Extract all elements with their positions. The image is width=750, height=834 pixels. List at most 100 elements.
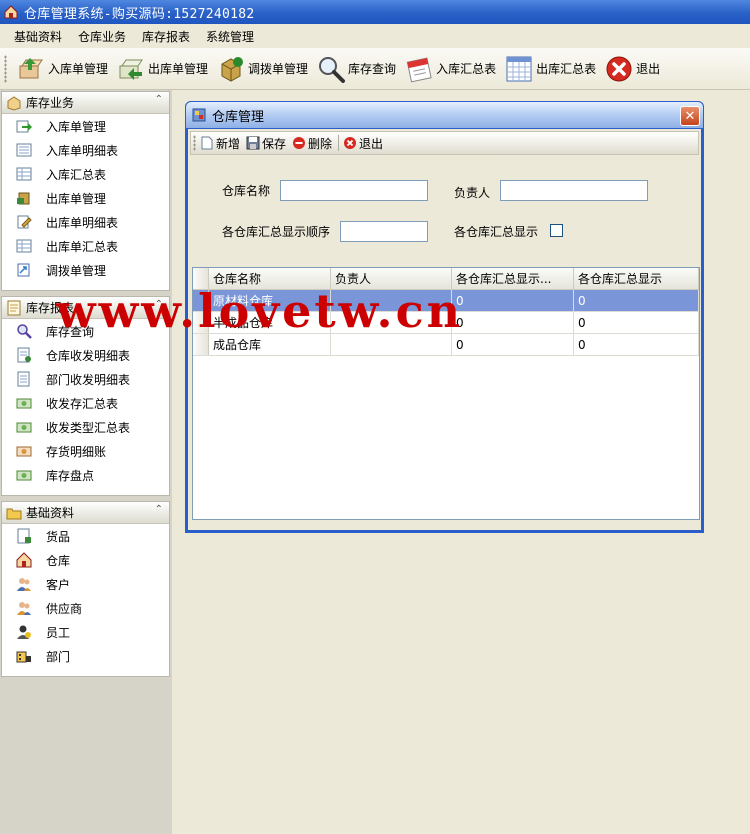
list-icon — [16, 142, 32, 158]
sidebar-item-warehouse[interactable]: 仓库 — [2, 548, 169, 572]
sidebar-item-dept-flow[interactable]: 部门收发明细表 — [2, 367, 169, 391]
sidebar-item-warehouse-flow[interactable]: 仓库收发明细表 — [2, 343, 169, 367]
sidebar-item-stock-out-summary[interactable]: 出库单汇总表 — [2, 234, 169, 258]
owner-label: 负责人 — [454, 186, 491, 200]
transfer-icon — [16, 262, 32, 278]
display-order-label: 各仓库汇总显示顺序 — [222, 225, 331, 239]
sidebar-item-label: 收发存汇总表 — [46, 396, 119, 411]
sidebar-item-supplier[interactable]: 供应商 — [2, 596, 169, 620]
toolbar-in-summary-button[interactable]: 入库汇总表 — [401, 51, 499, 87]
warehouse-app-icon — [4, 5, 18, 19]
sidebar-item-label: 出库单管理 — [46, 191, 107, 206]
toolbar-transfer-button[interactable]: 调拨单管理 — [213, 51, 311, 87]
money-icon — [16, 419, 32, 435]
table-cell[interactable]: 0 — [574, 312, 699, 333]
sidebar-item-label: 客户 — [46, 577, 71, 592]
collapse-icon[interactable]: ⌃ — [155, 94, 163, 105]
toolbar-exit-button[interactable]: 退出 — [601, 51, 663, 87]
menu-system[interactable]: 系统管理 — [198, 25, 262, 48]
sidebar-item-stock-in-detail[interactable]: 入库单明细表 — [2, 138, 169, 162]
close-icon[interactable]: ✕ — [680, 106, 700, 126]
toolbar-transfer-label: 调拨单管理 — [248, 62, 309, 76]
table-cell[interactable]: 0 — [574, 334, 699, 355]
sidebar-item-goods[interactable]: 货品 — [2, 524, 169, 548]
sidebar-item-inventory-ledger[interactable]: 存货明细账 — [2, 439, 169, 463]
toolbar-stock-query-label: 库存查询 — [348, 62, 397, 76]
sidebar-item-stocktake[interactable]: 库存盘点 — [2, 463, 169, 487]
magnifier-icon — [16, 323, 32, 339]
menu-warehouse-ops[interactable]: 仓库业务 — [70, 25, 134, 48]
warehouse-name-input[interactable] — [280, 180, 428, 201]
sidebar-item-stock-out-detail[interactable]: 出库单明细表 — [2, 210, 169, 234]
sidebar-item-label: 入库汇总表 — [46, 167, 107, 182]
display-order-input[interactable] — [340, 221, 428, 242]
save-icon — [246, 136, 260, 150]
panel-basic-data: 基础资料 ⌃ 货品 仓库 客户 供应商 员工 部门 — [1, 501, 170, 677]
sidebar-item-employee[interactable]: 员工 — [2, 620, 169, 644]
child-titlebar[interactable]: 仓库管理 ✕ — [185, 101, 704, 129]
sidebar-item-label: 仓库 — [46, 553, 71, 568]
table-cell[interactable]: 0 — [452, 334, 574, 355]
money-icon — [16, 395, 32, 411]
sidebar-item-stock-in-summary[interactable]: 入库汇总表 — [2, 162, 169, 186]
menubar: 基础资料 仓库业务 库存报表 系统管理 — [0, 24, 750, 48]
panel-basic-data-header[interactable]: 基础资料 ⌃ — [2, 502, 169, 524]
toolbar-stock-out-label: 出库单管理 — [148, 62, 209, 76]
summary-display-checkbox[interactable] — [550, 224, 563, 237]
sidebar-item-stock-out[interactable]: 出库单管理 — [2, 186, 169, 210]
sidebar-item-label: 出库单明细表 — [46, 215, 119, 230]
stock-out-icon — [116, 54, 146, 84]
table-cell[interactable]: 0 — [452, 312, 574, 333]
new-label: 新增 — [216, 136, 241, 151]
table-icon — [16, 166, 32, 182]
sidebar-item-label: 库存盘点 — [46, 468, 95, 483]
table-cell[interactable]: 0 — [452, 290, 574, 311]
save-label: 保存 — [262, 136, 287, 151]
toolbar-grip[interactable] — [4, 54, 7, 83]
stock-out-icon — [16, 190, 32, 206]
warehouse-name-label: 仓库名称 — [222, 184, 271, 198]
watermark: www.lovetw.cn — [56, 284, 464, 338]
toolbar-grip[interactable] — [193, 135, 196, 151]
toolbar-stock-out-button[interactable]: 出库单管理 — [113, 51, 211, 87]
money-icon — [16, 467, 32, 483]
sidebar-item-stock-in[interactable]: 入库单管理 — [2, 114, 169, 138]
column-header-order[interactable]: 各仓库汇总显示... — [452, 268, 574, 289]
menu-stock-reports[interactable]: 库存报表 — [134, 25, 198, 48]
panel-inventory-ops-header[interactable]: 库存业务 ⌃ — [2, 92, 169, 114]
table-icon — [16, 238, 32, 254]
menu-basic-data[interactable]: 基础资料 — [6, 25, 70, 48]
sidebar-item-label: 入库单明细表 — [46, 143, 119, 158]
new-button[interactable]: 新增 — [200, 135, 240, 152]
toolbar-out-summary-button[interactable]: 出库汇总表 — [501, 51, 599, 87]
sidebar-item-label: 收发类型汇总表 — [46, 420, 131, 435]
owner-input[interactable] — [500, 180, 648, 201]
department-icon — [16, 648, 32, 664]
save-button[interactable]: 保存 — [246, 135, 286, 152]
sidebar-item-label: 供应商 — [46, 601, 83, 616]
sidebar-item-customer[interactable]: 客户 — [2, 572, 169, 596]
sidebar-item-department[interactable]: 部门 — [2, 644, 169, 668]
exit-button[interactable]: 退出 — [343, 135, 383, 152]
house-icon — [16, 552, 32, 568]
employee-icon — [16, 624, 32, 640]
sidebar-item-io-summary[interactable]: 收发存汇总表 — [2, 391, 169, 415]
sidebar-item-label: 入库单管理 — [46, 119, 107, 134]
delete-button[interactable]: 删除 — [292, 135, 332, 152]
exit-icon — [343, 136, 357, 150]
collapse-icon[interactable]: ⌃ — [155, 504, 163, 515]
toolbar-stock-query-button[interactable]: 库存查询 — [313, 51, 399, 87]
main-toolbar: 入库单管理 出库单管理 调拨单管理 库存查询 入库汇总表 出库汇总表 退出 — [0, 48, 750, 90]
stock-in-icon — [16, 54, 46, 84]
sidebar-item-type-summary[interactable]: 收发类型汇总表 — [2, 415, 169, 439]
box-icon — [6, 95, 22, 111]
sidebar-item-label: 出库单汇总表 — [46, 239, 119, 254]
sidebar-item-transfer[interactable]: 调拨单管理 — [2, 258, 169, 282]
toolbar-stock-in-button[interactable]: 入库单管理 — [13, 51, 111, 87]
panel-title: 基础资料 — [26, 506, 75, 520]
stock-in-icon — [16, 118, 32, 134]
sidebar-item-label: 存货明细账 — [46, 444, 107, 459]
column-header-show[interactable]: 各仓库汇总显示 — [574, 268, 699, 289]
exit-icon — [604, 54, 634, 84]
table-cell[interactable]: 0 — [574, 290, 699, 311]
